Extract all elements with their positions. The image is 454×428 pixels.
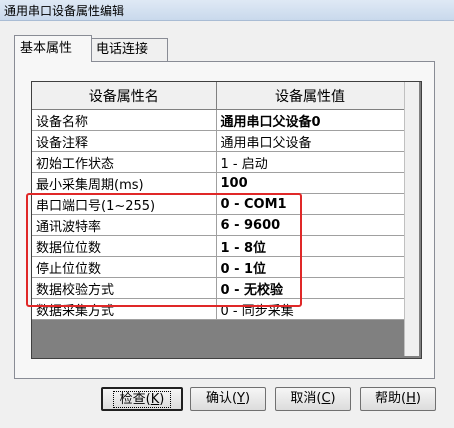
table-header-row: 设备属性名 设备属性值 <box>32 82 405 110</box>
property-name: 最小采集周期(ms) <box>32 172 217 194</box>
property-name: 数据校验方式 <box>32 277 217 299</box>
focus-rect: 检查(K) <box>112 391 172 408</box>
vertical-scrollbar[interactable] <box>404 82 419 356</box>
property-value[interactable]: 0 - COM1 <box>216 193 405 215</box>
cancel-button[interactable]: 取消(C) <box>275 387 351 411</box>
table-row[interactable]: 数据采集方式 0 - 同步采集 <box>32 298 405 320</box>
tab-basic-properties[interactable]: 基本属性 <box>14 35 92 62</box>
column-header-name[interactable]: 设备属性名 <box>32 82 217 110</box>
property-grid: 设备属性名 设备属性值 设备名称 通用串口父设备0 设备注释 通用串口父设备 初… <box>31 81 422 359</box>
property-name: 初始工作状态 <box>32 151 217 173</box>
help-button[interactable]: 帮助(H) <box>360 387 436 411</box>
tab-label: 电话连接 <box>96 42 149 57</box>
table-row[interactable]: 最小采集周期(ms) 100 <box>32 172 405 194</box>
property-name: 数据采集方式 <box>32 298 217 320</box>
property-value[interactable]: 100 <box>216 172 405 194</box>
property-table: 设备属性名 设备属性值 设备名称 通用串口父设备0 设备注释 通用串口父设备 初… <box>32 82 405 320</box>
table-row[interactable]: 初始工作状态 1 - 启动 <box>32 151 405 173</box>
cancel-hotkey: C <box>321 391 331 406</box>
check-button[interactable]: 检查(K) <box>101 387 183 411</box>
table-row[interactable]: 停止位位数 0 - 1位 <box>32 256 405 278</box>
check-label: 检查 <box>119 392 146 407</box>
table-row[interactable]: 通讯波特率 6 - 9600 <box>32 214 405 236</box>
column-header-value[interactable]: 设备属性值 <box>216 82 405 110</box>
property-name: 通讯波特率 <box>32 214 217 236</box>
help-label: 帮助 <box>375 391 402 406</box>
window-title: 通用串口设备属性编辑 <box>4 4 125 18</box>
property-name: 设备注释 <box>32 130 217 152</box>
table-row[interactable]: 设备注释 通用串口父设备 <box>32 130 405 152</box>
table-row[interactable]: 数据校验方式 0 - 无校验 <box>32 277 405 299</box>
property-value[interactable]: 1 - 8位 <box>216 235 405 257</box>
help-hotkey: H <box>406 391 416 406</box>
property-value[interactable]: 1 - 启动 <box>216 151 405 173</box>
property-value[interactable]: 0 - 无校验 <box>216 277 405 299</box>
property-value[interactable]: 6 - 9600 <box>216 214 405 236</box>
cancel-label: 取消 <box>290 391 317 406</box>
property-value[interactable]: 通用串口父设备 <box>216 130 405 152</box>
table-row[interactable]: 数据位位数 1 - 8位 <box>32 235 405 257</box>
property-name: 停止位位数 <box>32 256 217 278</box>
table-row[interactable]: 设备名称 通用串口父设备0 <box>32 109 405 131</box>
property-value[interactable]: 0 - 同步采集 <box>216 298 405 320</box>
property-name: 串口端口号(1~255) <box>32 193 217 215</box>
title-bar: 通用串口设备属性编辑 <box>0 0 454 21</box>
property-value[interactable]: 通用串口父设备0 <box>216 109 405 131</box>
ok-hotkey: Y <box>237 391 245 406</box>
check-hotkey: K <box>150 392 160 407</box>
tab-phone-connection[interactable]: 电话连接 <box>90 38 168 61</box>
ok-button[interactable]: 确认(Y) <box>190 387 266 411</box>
ok-label: 确认 <box>205 391 232 406</box>
property-name: 设备名称 <box>32 109 217 131</box>
property-name: 数据位位数 <box>32 235 217 257</box>
tab-label: 基本属性 <box>20 41 73 56</box>
property-value[interactable]: 0 - 1位 <box>216 256 405 278</box>
table-row[interactable]: 串口端口号(1~255) 0 - COM1 <box>32 193 405 215</box>
